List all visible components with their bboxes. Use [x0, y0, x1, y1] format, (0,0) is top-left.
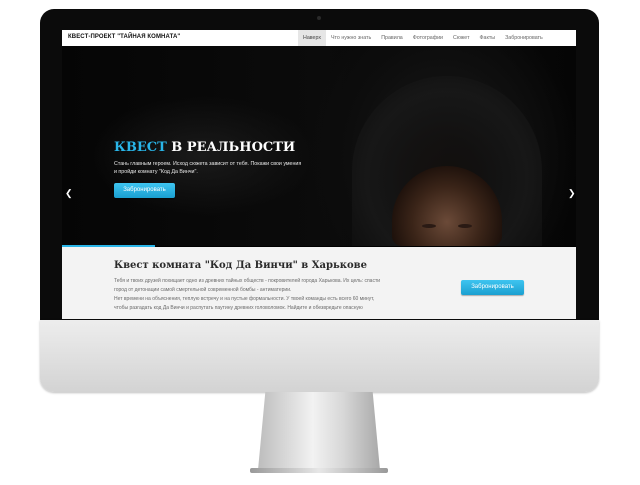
hero-title-rest: В РЕАЛЬНОСТИ — [166, 140, 296, 155]
chevron-left-icon[interactable]: ❮ — [65, 188, 73, 198]
monitor-stand — [258, 392, 380, 470]
hero-book-button[interactable]: Забронировать — [114, 183, 175, 198]
content-text-line: чтобы разгадать код Да Винчи и распутать… — [114, 305, 363, 311]
nav-link-rules[interactable]: Правила — [376, 30, 408, 46]
top-navbar: КВЕСТ-ПРОЕКТ "ТАЙНАЯ КОМНАТА" Наверх Что… — [62, 30, 576, 47]
hero-description: Стань главным героем. Исход сюжета завис… — [114, 160, 314, 176]
nav-link-plot[interactable]: Сюжет — [448, 30, 474, 46]
nav-link-photos[interactable]: Фотографии — [408, 30, 448, 46]
site-brand[interactable]: КВЕСТ-ПРОЕКТ "ТАЙНАЯ КОМНАТА" — [68, 34, 180, 40]
screen: КВЕСТ-ПРОЕКТ "ТАЙНАЯ КОМНАТА" Наверх Что… — [62, 30, 576, 319]
content-text-line: город от детонации самой смертельной сов… — [114, 287, 292, 293]
nav-link-facts[interactable]: Факты — [475, 30, 501, 46]
chevron-right-icon[interactable]: ❯ — [568, 188, 576, 198]
nav-links: Наверх Что нужно знать Правила Фотографи… — [298, 30, 548, 46]
eye-shape — [422, 224, 436, 228]
hero-title: КВЕСТ В РЕАЛЬНОСТИ — [114, 140, 295, 155]
hero-title-accent: КВЕСТ — [114, 140, 167, 155]
eye-shape — [458, 224, 472, 228]
hero-text-line: и пройди комнату "Код Да Винчи". — [114, 169, 198, 175]
monitor-chin — [40, 320, 599, 392]
nav-link-book[interactable]: Забронировать — [500, 30, 548, 46]
content-title: Квест комната "Код Да Винчи" в Харькове — [114, 260, 367, 271]
content-text-line: Тебя и твоих друзей похищает одно из дре… — [114, 278, 381, 284]
camera-icon — [317, 16, 321, 20]
content-text-line: Нет времени на объяснения, теплую встреч… — [114, 296, 375, 302]
monitor-stand-base — [250, 468, 388, 473]
nav-link-top[interactable]: Наверх — [298, 30, 327, 46]
hero-text-line: Стань главным героем. Исход сюжета завис… — [114, 161, 302, 167]
content-section: Квест комната "Код Да Винчи" в Харькове … — [62, 247, 576, 319]
content-description: Тебя и твоих друзей похищает одно из дре… — [114, 277, 414, 313]
nav-link-need-to-know[interactable]: Что нужно знать — [326, 30, 376, 46]
content-book-button[interactable]: Забронировать — [461, 280, 524, 295]
